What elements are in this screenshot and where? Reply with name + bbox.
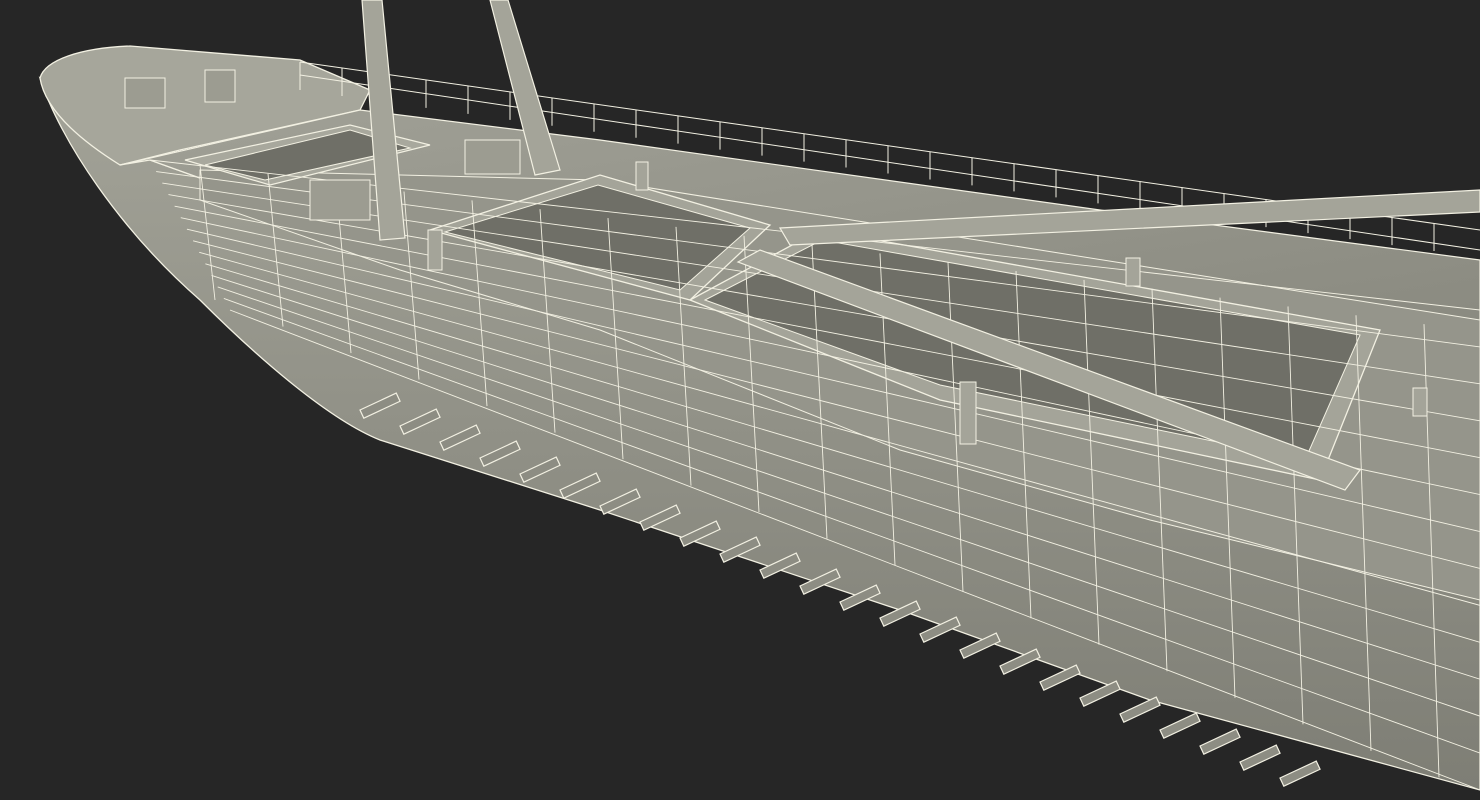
ship-wireframe-render — [38, 0, 1480, 791]
keel-rib — [1079, 680, 1121, 707]
keel-rib — [1119, 696, 1161, 723]
keel-rib — [1159, 712, 1201, 739]
keel-rib — [1239, 744, 1281, 771]
keel-rib — [1199, 728, 1241, 755]
render-viewport — [0, 0, 1480, 800]
keel-rib — [1039, 664, 1081, 691]
keel-rib — [1279, 760, 1321, 787]
